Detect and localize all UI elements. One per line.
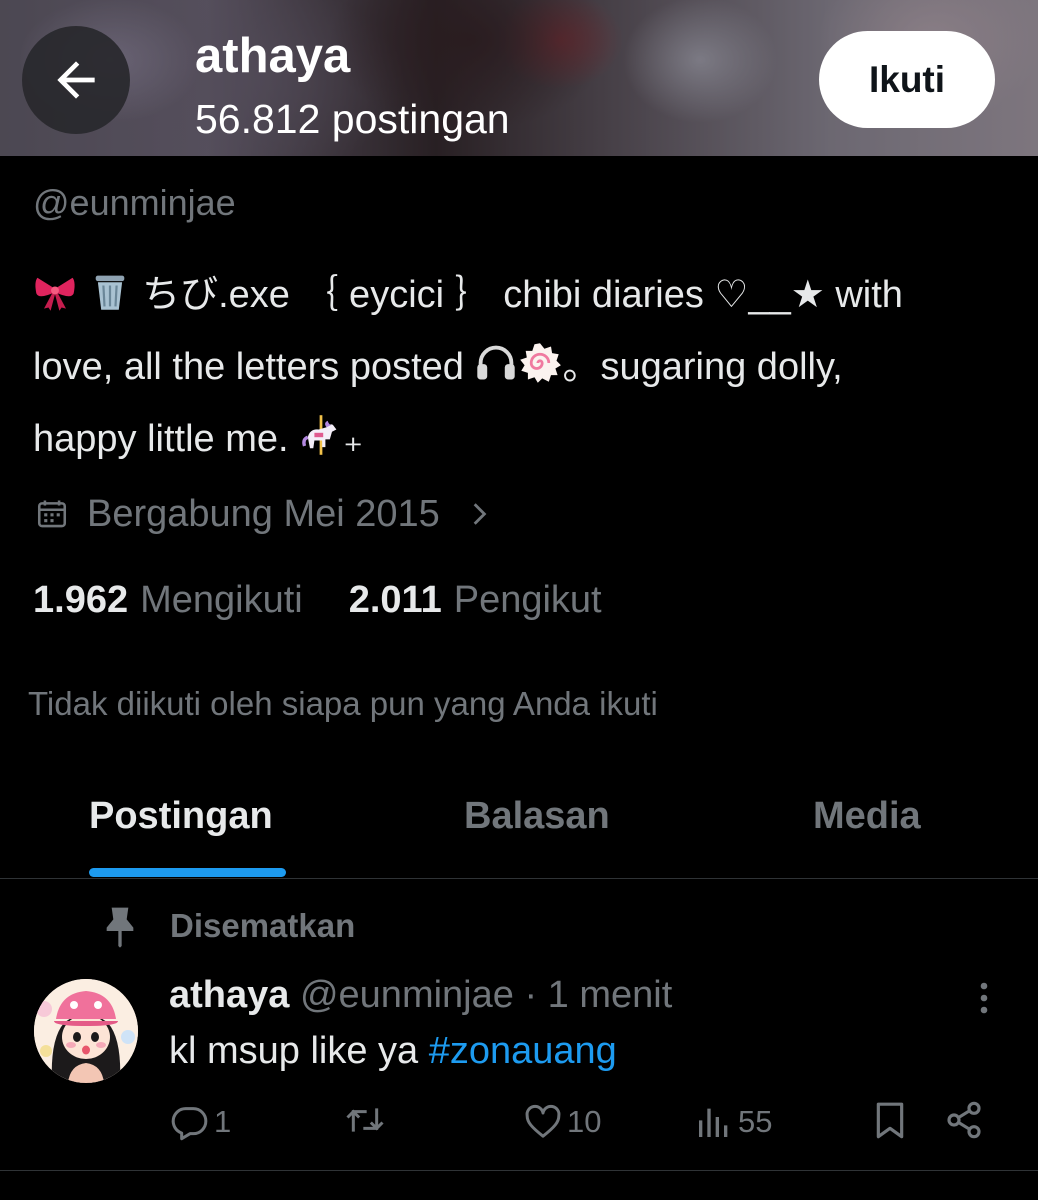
follow-stats: 1.962 Mengikuti 2.011 Pengikut xyxy=(33,576,602,624)
following-stat[interactable]: 1.962 Mengikuti xyxy=(33,576,303,624)
following-label: Mengikuti xyxy=(140,579,303,621)
reply-button[interactable]: 1 xyxy=(170,1100,231,1144)
headphone-icon xyxy=(474,340,518,406)
bio-line-2-text: love, all the letters posted xyxy=(33,346,475,388)
post-author-name[interactable]: athaya xyxy=(169,974,289,1016)
post-text: kl msup like ya xyxy=(169,1030,429,1072)
bio-line-3: happy little me. ₊ xyxy=(33,406,993,478)
post-author-handle[interactable]: @eunminjae xyxy=(300,974,514,1016)
bio-line-1-text: ちび.exe ｛ eycici ｝ chibi diaries ♡__★ wit… xyxy=(131,274,903,316)
heart-icon xyxy=(525,1104,561,1138)
share-button[interactable] xyxy=(944,1100,984,1140)
more-options-icon[interactable] xyxy=(970,980,998,1020)
bio-line-3-text: happy little me. xyxy=(33,418,300,460)
pin-icon xyxy=(106,907,134,948)
views-button[interactable]: 55 xyxy=(694,1100,772,1144)
ribbon-icon xyxy=(33,268,77,334)
pinned-label: Disematkan xyxy=(170,907,356,944)
bookmark-icon xyxy=(876,1102,904,1139)
pinned-indicator: Disematkan xyxy=(100,904,355,948)
profile-handle: @eunminjae xyxy=(33,182,236,223)
joined-date[interactable]: Bergabung Mei 2015 xyxy=(35,490,492,538)
post-time[interactable]: 1 menit xyxy=(548,974,673,1016)
tab-balasan[interactable]: Balasan xyxy=(464,792,610,840)
share-icon xyxy=(947,1101,981,1139)
repost-icon xyxy=(346,1108,384,1132)
fishcake-icon xyxy=(518,340,562,406)
header-display-name: athaya xyxy=(195,29,351,83)
views-icon xyxy=(699,1108,728,1137)
tabs-divider xyxy=(0,878,1038,879)
avatar-image xyxy=(34,979,138,1083)
followers-count: 2.011 xyxy=(348,579,442,621)
like-button[interactable]: 10 xyxy=(523,1100,601,1144)
tab-media[interactable]: Media xyxy=(813,792,921,840)
chevron-right-icon xyxy=(473,503,487,525)
header-post-count: 56.812 postingan xyxy=(195,96,510,142)
post-actions: 1 10 55 xyxy=(0,1100,1038,1150)
bio-line-2-post: 。sugaring dolly, xyxy=(562,346,843,388)
back-button[interactable] xyxy=(22,26,130,134)
bio-line-3-post: ₊ xyxy=(343,418,364,460)
avatar[interactable] xyxy=(34,979,138,1083)
post-hashtag[interactable]: #zonauang xyxy=(429,1030,617,1072)
bookmark-button[interactable] xyxy=(870,1100,910,1140)
joined-text: Bergabung Mei 2015 xyxy=(87,493,440,535)
not-followed-note: Tidak diikuti oleh siapa pun yang Anda i… xyxy=(28,685,658,722)
profile-tabs: Postingan Balasan Media xyxy=(0,770,1038,878)
followers-label: Pengikut xyxy=(453,579,602,621)
follow-button[interactable]: Ikuti xyxy=(819,31,995,128)
carousel-horse-icon xyxy=(299,412,343,478)
arrow-left-icon xyxy=(57,61,95,99)
post-body: kl msup like ya #zonauang xyxy=(169,1028,617,1074)
views-count: 55 xyxy=(738,1104,773,1139)
tab-postingan[interactable]: Postingan xyxy=(89,792,273,840)
profile-bio: ちび.exe ｛ eycici ｝ chibi diaries ♡__★ wit… xyxy=(33,262,993,478)
calendar-icon xyxy=(37,500,67,528)
reply-icon xyxy=(171,1107,208,1141)
active-tab-indicator xyxy=(89,868,286,877)
post-separator: · xyxy=(513,974,548,1016)
followers-stat[interactable]: 2.011 Pengikut xyxy=(349,576,602,624)
bio-line-2: love, all the letters posted 。sugaring d… xyxy=(33,334,993,406)
following-count: 1.962 xyxy=(33,579,129,621)
wastebasket-icon xyxy=(88,268,132,334)
post-divider xyxy=(0,1170,1038,1171)
bio-line-1: ちび.exe ｛ eycici ｝ chibi diaries ♡__★ wit… xyxy=(33,262,993,334)
reply-count: 1 xyxy=(214,1104,232,1139)
repost-button[interactable] xyxy=(345,1100,389,1140)
like-count: 10 xyxy=(567,1104,602,1139)
post-header: athaya @eunminjae · 1 menit xyxy=(169,972,672,1018)
